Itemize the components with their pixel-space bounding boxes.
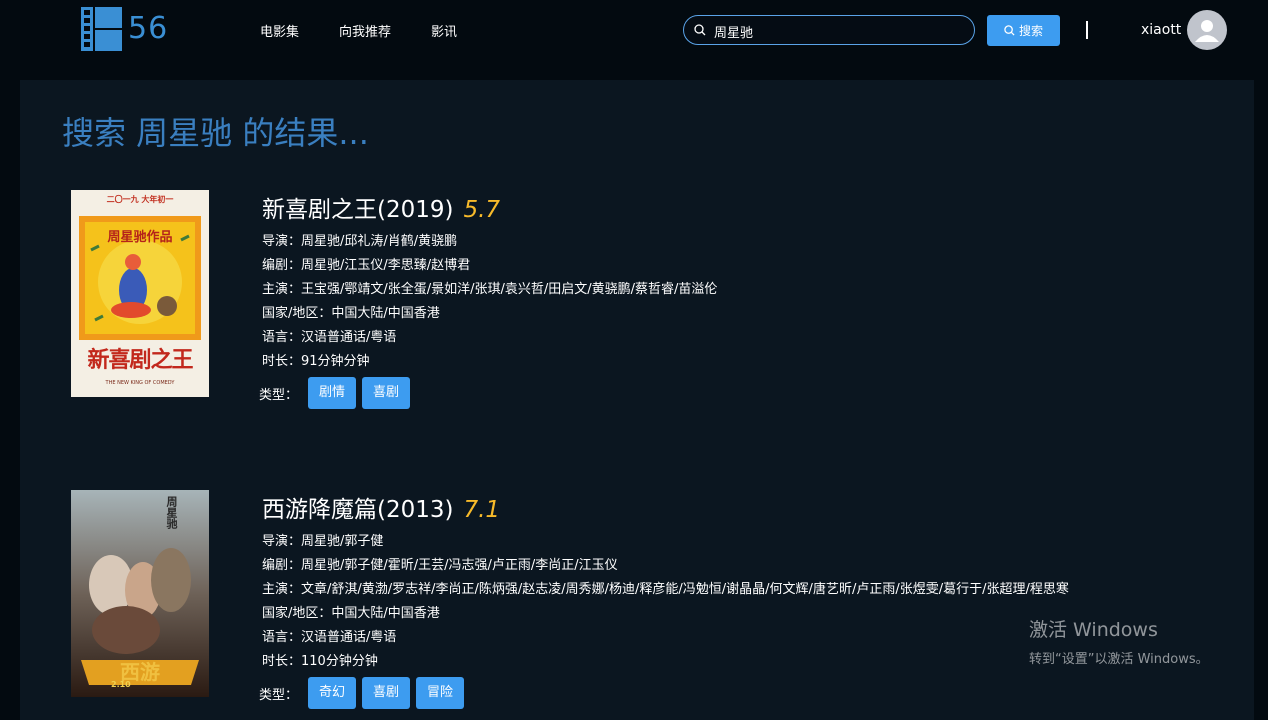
movie-poster[interactable]: 周星驰 西游 2.10 xyxy=(71,490,209,697)
username[interactable]: xiaott xyxy=(1141,22,1181,38)
movie-rating: 7.1 xyxy=(463,497,501,523)
genre-tag[interactable]: 喜剧 xyxy=(362,677,411,709)
poster-title: 西游 xyxy=(120,660,160,684)
poster-date: 二〇一九 大年初一 xyxy=(106,195,174,204)
poster-badge: 周星驰作品 xyxy=(107,230,173,245)
movie-item: 周星驰 西游 2.10 西游降魔篇(2013) 7.1 导演：周星驰/郭子健 编剧… xyxy=(20,490,1254,720)
movie-language: 语言：汉语普通话/粤语 xyxy=(262,330,397,345)
movie-duration: 时长：110分钟分钟 xyxy=(262,654,378,669)
movie-director: 导演：周星驰/郭子健 xyxy=(262,534,384,549)
movie-item: 二〇一九 大年初一 周星驰作品 新喜剧之王 THE NEW KING OF CO… xyxy=(20,190,1254,420)
movie-title-row: 西游降魔篇(2013) 7.1 xyxy=(262,490,1069,530)
movie-duration: 时长：91分钟分钟 xyxy=(262,354,370,369)
movie-cast: 主演：王宝强/鄂靖文/张全蛋/景如洋/张琪/袁兴哲/田启文/黄骁鹏/蔡哲睿/苗溢… xyxy=(262,282,718,297)
logo-text: 56 xyxy=(128,11,169,46)
movie-poster[interactable]: 二〇一九 大年初一 周星驰作品 新喜剧之王 THE NEW KING OF CO… xyxy=(71,190,209,397)
movie-title-row: 新喜剧之王(2019) 5.7 xyxy=(262,190,717,230)
search-box xyxy=(683,15,975,45)
watermark-title: 激活 Windows xyxy=(1029,619,1158,641)
watermark-subtitle: 转到“设置”以激活 Windows。 xyxy=(1029,652,1209,667)
movie-info: 西游降魔篇(2013) 7.1 导演：周星驰/郭子健 编剧：周星驰/郭子健/霍昕/… xyxy=(259,490,1069,709)
movie-title[interactable]: 西游降魔篇(2013) xyxy=(262,497,453,523)
nav-recommend[interactable]: 向我推荐 xyxy=(339,21,391,40)
page-title: 搜索 周星驰 的结果... xyxy=(62,114,369,152)
site-logo[interactable]: 56 xyxy=(80,7,170,51)
nav-movies[interactable]: 电影集 xyxy=(260,21,299,40)
poster-title: 新喜剧之王 xyxy=(87,348,193,373)
genre-label: 类型： xyxy=(259,387,299,403)
movie-language: 语言：汉语普通话/粤语 xyxy=(262,630,397,645)
movie-cast: 主演：文章/舒淇/黄渤/罗志祥/李尚正/陈炳强/赵志凌/周秀娜/杨迪/释彦能/冯… xyxy=(262,582,1069,597)
top-header: 56 电影集 向我推荐 影讯 搜索 xiaott xyxy=(0,0,1268,62)
poster-release-date: 2.10 xyxy=(111,680,131,689)
search-icon xyxy=(1004,25,1015,36)
movie-rating: 5.7 xyxy=(463,197,501,223)
genre-tag[interactable]: 剧情 xyxy=(308,377,357,409)
search-button-label: 搜索 xyxy=(1018,24,1043,38)
poster-subtitle: THE NEW KING OF COMEDY xyxy=(105,380,175,386)
search-button[interactable]: 搜索 xyxy=(987,15,1060,46)
genre-tag[interactable]: 喜剧 xyxy=(362,377,411,409)
movie-genres: 类型： 奇幻 喜剧 冒险 xyxy=(259,677,1069,709)
main-nav: 电影集 向我推荐 影讯 xyxy=(260,21,497,40)
nav-news[interactable]: 影讯 xyxy=(431,21,457,40)
header-divider xyxy=(1086,21,1088,39)
movie-region: 国家/地区：中国大陆/中国香港 xyxy=(262,606,440,621)
movie-writer: 编剧：周星驰/郭子健/霍昕/王芸/冯志强/卢正雨/李尚正/江玉仪 xyxy=(262,558,618,573)
movie-writer: 编剧：周星驰/江玉仪/李思臻/赵博君 xyxy=(262,258,471,273)
windows-activation-watermark: 激活 Windows 转到“设置”以激活 Windows。 xyxy=(1029,615,1209,667)
search-input[interactable] xyxy=(712,19,966,43)
movie-title[interactable]: 新喜剧之王(2019) xyxy=(262,197,453,223)
user-avatar-icon xyxy=(1195,20,1219,42)
film-logo-icon xyxy=(81,7,122,51)
genre-tag[interactable]: 奇幻 xyxy=(308,677,357,709)
genre-label: 类型： xyxy=(259,687,299,703)
avatar[interactable] xyxy=(1187,10,1227,50)
movie-info: 新喜剧之王(2019) 5.7 导演：周星驰/邱礼涛/肖鹤/黄骁鹏 编剧：周星驰/… xyxy=(259,190,718,409)
search-icon xyxy=(694,24,706,36)
genre-tag[interactable]: 冒险 xyxy=(416,677,465,709)
movie-genres: 类型： 剧情 喜剧 xyxy=(259,377,717,409)
poster-author: 周星驰 xyxy=(165,496,178,529)
movie-director: 导演：周星驰/邱礼涛/肖鹤/黄骁鹏 xyxy=(262,234,458,249)
movie-region: 国家/地区：中国大陆/中国香港 xyxy=(262,306,440,321)
